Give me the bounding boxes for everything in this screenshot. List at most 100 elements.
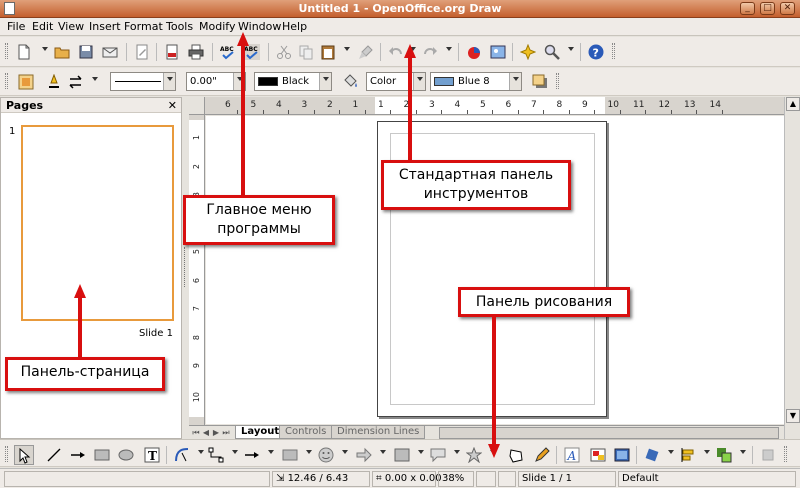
text-button[interactable]: T	[142, 445, 162, 465]
email-button[interactable]	[100, 42, 120, 62]
tab-controls[interactable]: Controls	[279, 426, 333, 439]
help-button[interactable]: ?	[586, 42, 606, 62]
symbol-shapes-button[interactable]	[316, 445, 336, 465]
menu-view[interactable]: View	[58, 20, 84, 33]
shadow-button[interactable]	[530, 72, 550, 92]
tab-first-button[interactable]: ⏮	[191, 427, 201, 438]
area-button[interactable]	[340, 72, 360, 92]
lines-arrows-button[interactable]	[242, 445, 262, 465]
callouts-button[interactable]	[428, 445, 448, 465]
rotate-button[interactable]	[642, 445, 662, 465]
horizontal-scrollbar[interactable]	[439, 427, 779, 439]
open-button[interactable]	[52, 42, 72, 62]
copy-button[interactable]	[296, 42, 316, 62]
paste-button[interactable]	[318, 42, 338, 62]
print-button[interactable]	[186, 42, 206, 62]
toolbar-grip[interactable]	[5, 446, 8, 462]
menu-tools[interactable]: Tools	[166, 20, 193, 33]
callouts-dropdown[interactable]	[454, 450, 460, 454]
minimize-button[interactable]: _	[740, 2, 755, 15]
line-tool-button[interactable]	[44, 445, 64, 465]
menu-help[interactable]: Help	[282, 20, 307, 33]
styles-button[interactable]	[16, 72, 36, 92]
status-zoom[interactable]: 38%	[438, 471, 474, 487]
area-style-select[interactable]: Color	[366, 72, 426, 91]
basic-shapes-button[interactable]	[280, 445, 300, 465]
tab-last-button[interactable]: ⏭	[221, 427, 231, 438]
glue-points-button[interactable]	[532, 445, 552, 465]
arrow-style-dropdown[interactable]	[92, 77, 98, 81]
from-file-button[interactable]	[588, 445, 608, 465]
line-style-select[interactable]	[110, 72, 176, 91]
connector-dropdown[interactable]	[232, 450, 238, 454]
area-color-select[interactable]: Blue 8	[430, 72, 522, 91]
curve-button[interactable]	[172, 445, 192, 465]
undo-button[interactable]	[386, 42, 406, 62]
block-arrows-button[interactable]	[354, 445, 374, 465]
paste-dropdown-arrow[interactable]	[344, 47, 350, 51]
flowchart-button[interactable]	[392, 445, 412, 465]
toolbar-end-grip[interactable]	[556, 73, 559, 89]
menu-format[interactable]: Format	[124, 20, 163, 33]
redo-dropdown-arrow[interactable]	[446, 47, 452, 51]
vertical-scrollbar[interactable]: ▲ ▼	[784, 97, 800, 439]
curve-dropdown[interactable]	[198, 450, 204, 454]
format-paintbrush-button[interactable]	[356, 42, 376, 62]
select-button[interactable]	[14, 445, 34, 465]
tab-layout[interactable]: Layout	[235, 426, 286, 439]
fontwork-button[interactable]: A	[562, 445, 582, 465]
spellcheck-button[interactable]: ABC	[218, 42, 238, 62]
scroll-down-button[interactable]: ▼	[786, 409, 800, 423]
rotate-dropdown[interactable]	[668, 450, 674, 454]
menu-file[interactable]: File	[7, 20, 25, 33]
vertical-ruler[interactable]: 12345678910	[189, 115, 205, 425]
toolbar-grip[interactable]	[5, 43, 8, 59]
lines-arrows-dropdown[interactable]	[268, 450, 274, 454]
line-ends-arrow-button[interactable]	[68, 445, 88, 465]
close-button[interactable]: ✕	[780, 2, 795, 15]
points-button[interactable]	[506, 445, 526, 465]
alignment-dropdown[interactable]	[704, 450, 710, 454]
connector-button[interactable]	[206, 445, 226, 465]
toolbar-end-grip[interactable]	[612, 43, 615, 59]
save-button[interactable]	[76, 42, 96, 62]
menu-edit[interactable]: Edit	[32, 20, 53, 33]
symbol-shapes-dropdown[interactable]	[342, 450, 348, 454]
line-color-select[interactable]: Black	[254, 72, 332, 91]
chart-button[interactable]	[464, 42, 484, 62]
menu-modify[interactable]: Modify	[199, 20, 235, 33]
arrange-dropdown[interactable]	[740, 450, 746, 454]
tab-dimension-lines[interactable]: Dimension Lines	[331, 426, 426, 439]
block-arrows-dropdown[interactable]	[380, 450, 386, 454]
zoom-dropdown-arrow[interactable]	[568, 47, 574, 51]
basic-shapes-dropdown[interactable]	[306, 450, 312, 454]
tab-prev-button[interactable]: ◀	[201, 427, 211, 438]
image-button[interactable]	[488, 42, 508, 62]
redo-button[interactable]	[420, 42, 440, 62]
show-draw-functions-button[interactable]	[518, 42, 538, 62]
stars-button[interactable]	[464, 445, 484, 465]
arrange-button[interactable]	[714, 445, 734, 465]
line-button[interactable]	[44, 72, 64, 92]
extrusion-button[interactable]	[758, 445, 778, 465]
gallery-button[interactable]	[612, 445, 632, 465]
horizontal-ruler[interactable]: 6 5 4 3 2 1 1 2 3 4 5 6 7 8 9 10 11 12 13 14	[189, 97, 784, 115]
edit-file-button[interactable]	[132, 42, 152, 62]
export-pdf-button[interactable]	[162, 42, 182, 62]
tab-next-button[interactable]: ▶	[211, 427, 221, 438]
pages-panel-close-icon[interactable]: ✕	[168, 98, 177, 113]
cut-button[interactable]	[274, 42, 294, 62]
new-dropdown-arrow[interactable]	[42, 47, 48, 51]
maximize-button[interactable]: □	[760, 2, 775, 15]
zoom-button[interactable]	[542, 42, 562, 62]
panel-splitter[interactable]	[183, 97, 188, 439]
toolbar-end-grip[interactable]	[784, 446, 787, 462]
ellipse-button[interactable]	[116, 445, 136, 465]
new-document-button[interactable]	[14, 42, 34, 62]
menu-insert[interactable]: Insert	[89, 20, 121, 33]
toolbar-grip[interactable]	[5, 73, 8, 89]
arrow-style-button[interactable]	[66, 72, 86, 92]
alignment-button[interactable]	[678, 445, 698, 465]
scroll-up-button[interactable]: ▲	[786, 97, 800, 111]
flowchart-dropdown[interactable]	[418, 450, 424, 454]
